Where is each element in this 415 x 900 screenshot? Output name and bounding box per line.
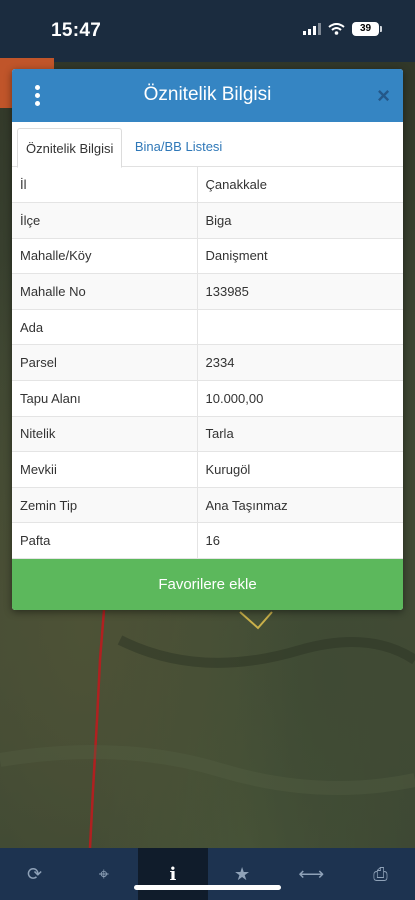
- info-icon[interactable]: i: [138, 848, 208, 900]
- parcel-outline: [239, 611, 273, 630]
- dialog-title: Öznitelik Bilgisi: [143, 84, 272, 105]
- table-row: Mahalle No 133985: [12, 273, 403, 310]
- table-row: Mahalle/Köy Danişment: [12, 238, 403, 275]
- close-icon[interactable]: ×: [377, 83, 390, 109]
- attribute-value: Danişment: [197, 238, 403, 275]
- attribute-label: Nitelik: [12, 416, 198, 453]
- tab-attribute-info[interactable]: Öznitelik Bilgisi: [17, 128, 123, 168]
- attribute-dialog: Öznitelik Bilgisi × Öznitelik Bilgisi Bi…: [12, 69, 403, 611]
- attribute-value: 2334: [197, 344, 403, 382]
- bottom-toolbar: ⟳ ⌖ i ★ ⟷ ⎙: [0, 848, 415, 900]
- star-icon[interactable]: ★: [208, 848, 277, 900]
- attribute-value: [197, 309, 403, 346]
- tab-building-list[interactable]: Bina/BB Listesi: [127, 127, 230, 167]
- table-row: Tapu Alanı 10.000,00: [12, 380, 403, 417]
- attribute-value: 16: [197, 522, 403, 560]
- attribute-value: Biga: [197, 202, 403, 239]
- attribute-label: Zemin Tip: [12, 487, 198, 524]
- attribute-label: Pafta: [12, 522, 198, 560]
- table-row: İl Çanakkale: [12, 167, 403, 204]
- attribute-value: Tarla: [197, 416, 403, 453]
- dialog-header: Öznitelik Bilgisi ×: [12, 69, 403, 122]
- tab-bar: Öznitelik Bilgisi Bina/BB Listesi: [12, 122, 403, 168]
- table-row: Ada: [12, 309, 403, 346]
- status-time: 15:47: [51, 20, 102, 41]
- table-row: Pafta 16: [12, 522, 403, 560]
- attribute-value: Çanakkale: [197, 167, 403, 204]
- crosshair-icon[interactable]: ⌖: [69, 848, 138, 900]
- add-to-favorites-button[interactable]: Favorilere ekle: [12, 559, 403, 611]
- attribute-label: Ada: [12, 309, 198, 346]
- attribute-value: Ana Taşınmaz: [197, 487, 403, 524]
- attribute-label: Mahalle No: [12, 273, 198, 310]
- table-row: Zemin Tip Ana Taşınmaz: [12, 487, 403, 524]
- refresh-icon[interactable]: ⟳: [0, 848, 69, 900]
- attribute-label: Parsel: [12, 344, 198, 382]
- table-row: Mevkii Kurugöl: [12, 451, 403, 488]
- attribute-label: Mevkii: [12, 451, 198, 488]
- signal-icon: [303, 23, 321, 35]
- battery-icon: 39: [352, 22, 382, 36]
- home-indicator: [134, 885, 281, 890]
- status-icons: 39: [303, 22, 382, 36]
- print-icon[interactable]: ⎙: [346, 848, 415, 900]
- table-row: İlçe Biga: [12, 202, 403, 239]
- attribute-label: İlçe: [12, 202, 198, 239]
- attribute-label: İl: [12, 167, 198, 204]
- table-row: Parsel 2334: [12, 344, 403, 382]
- measure-icon[interactable]: ⟷: [277, 848, 346, 900]
- attribute-value: 133985: [197, 273, 403, 310]
- table-row: Nitelik Tarla: [12, 416, 403, 453]
- attribute-table: İl Çanakkale İlçe Biga Mahalle/Köy Danişment M…: [12, 167, 403, 560]
- attribute-value: 10.000,00: [197, 380, 403, 417]
- attribute-label: Tapu Alanı: [12, 380, 198, 417]
- attribute-value: Kurugöl: [197, 451, 403, 488]
- status-bar: 15:47 39: [0, 0, 415, 62]
- attribute-label: Mahalle/Köy: [12, 238, 198, 275]
- wifi-icon: [328, 23, 345, 35]
- boundary-line: [88, 609, 106, 849]
